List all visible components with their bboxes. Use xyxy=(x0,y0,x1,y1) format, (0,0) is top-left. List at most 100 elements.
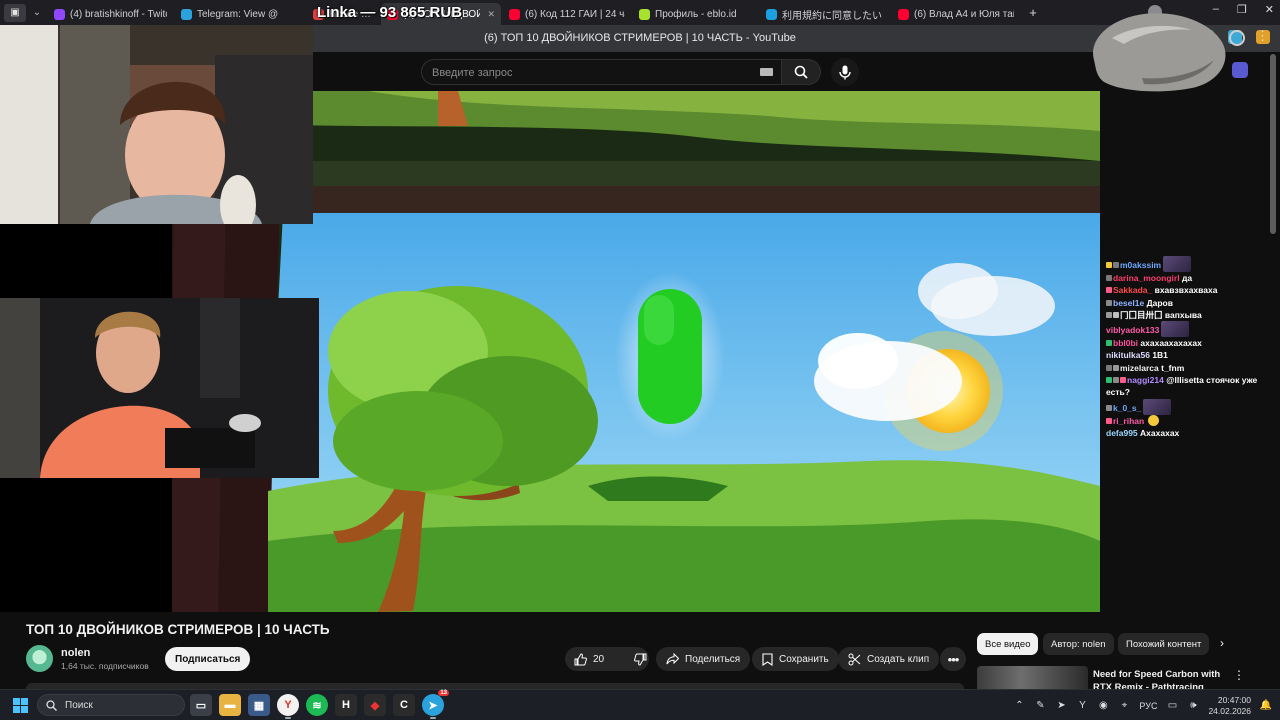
tab-list-chevron-icon[interactable]: ⌄ xyxy=(28,4,46,22)
notifications-bell-icon[interactable]: 🔔 xyxy=(1260,700,1272,712)
windows-start-icon[interactable] xyxy=(13,698,28,713)
search-input[interactable] xyxy=(432,64,752,81)
tray-location-icon[interactable]: ⌖ xyxy=(1118,700,1130,712)
chat-username[interactable]: ri_rihan xyxy=(1113,416,1144,426)
subscribe-button[interactable]: Подписаться xyxy=(165,647,251,671)
close-window-icon[interactable]: ✕ xyxy=(1265,3,1274,16)
volume-icon[interactable]: 🕪 xyxy=(1187,700,1199,712)
taskbar-clock[interactable]: 20:47:00 24.02.2026 xyxy=(1208,695,1251,717)
chat-username[interactable]: bbl0bi xyxy=(1113,338,1138,348)
create-clip-button[interactable]: Создать клип xyxy=(838,647,940,671)
browser-tab[interactable]: Профиль - eblo.id xyxy=(633,3,758,25)
browser-tab[interactable]: Telegram: View @ xyxy=(175,3,305,25)
microsoft-store-icon[interactable]: ▦ xyxy=(248,694,270,716)
chat-message: bbl0bi ахахаахахахах xyxy=(1106,337,1271,349)
rock-image xyxy=(1082,8,1228,92)
chat-username[interactable]: naggi214 xyxy=(1127,375,1164,385)
close-tab-icon[interactable]: ✕ xyxy=(487,9,495,20)
tray-overflow-icon[interactable]: ⌃ xyxy=(1013,700,1025,712)
channel-name[interactable]: nolen xyxy=(61,647,90,659)
chat-text: t_fnm xyxy=(1161,362,1185,373)
tray-steam-icon[interactable]: ◉ xyxy=(1097,700,1109,712)
restore-icon[interactable]: ❐ xyxy=(1237,3,1247,16)
spotify-icon[interactable]: ≋ xyxy=(306,694,328,716)
chat-badge-icon xyxy=(1106,275,1112,281)
taskbar-search[interactable]: Поиск xyxy=(37,694,185,716)
search-box xyxy=(421,59,783,85)
recommended-video-menu-icon[interactable]: ⋮ xyxy=(1233,668,1245,682)
telegram-icon[interactable]: ➤ 13 xyxy=(422,690,449,719)
dislike-button[interactable] xyxy=(625,647,656,671)
chat-username[interactable]: 冂囗目卅囗 xyxy=(1120,310,1163,320)
chat-username[interactable]: k_0_s_ xyxy=(1113,403,1141,413)
input-language[interactable]: РУС xyxy=(1139,701,1157,711)
new-tab-button[interactable]: + xyxy=(1024,4,1042,22)
like-button[interactable]: 20 xyxy=(565,647,613,671)
page-scrollbar[interactable] xyxy=(1270,54,1276,234)
chat-text: Ахахахах xyxy=(1140,427,1180,438)
tab-list: (4) bratishkinoff - Twitch Telegram: View… xyxy=(46,0,1020,25)
tab-label: 利用規約に同意したい - St xyxy=(782,10,884,22)
search-button[interactable] xyxy=(781,59,821,85)
search-icon xyxy=(46,699,57,711)
chat-badge-icon xyxy=(1113,262,1119,268)
chat-username[interactable]: mizelarca xyxy=(1120,363,1159,373)
task-view-icon[interactable]: ▭ xyxy=(190,694,212,716)
share-button[interactable]: Поделиться xyxy=(656,647,751,671)
browser-menu-icon[interactable]: ⋮ xyxy=(1256,28,1269,44)
subscriber-count: 1,64 тыс. подписчиков xyxy=(61,661,149,671)
chat-badge-icon xyxy=(1106,364,1112,371)
tray-pen-icon[interactable]: ✎ xyxy=(1034,700,1046,712)
screen: ▣ ⌄ (4) bratishkinoff - Twitch Telegram: … xyxy=(0,0,1280,720)
browser-tab[interactable]: 利用規約に同意したい - St xyxy=(760,3,890,25)
chat-message: m0akssim xyxy=(1106,256,1271,272)
notification-badge: 13 xyxy=(438,690,449,696)
save-button[interactable]: Сохранить xyxy=(752,647,839,671)
chat-username[interactable]: nikitulka56 xyxy=(1106,350,1150,360)
filter-chip[interactable]: Автор: nolen xyxy=(1043,633,1114,655)
tray-telegram-icon[interactable]: ➤ xyxy=(1055,700,1067,712)
channel-avatar[interactable] xyxy=(26,645,53,672)
chat-badge-icon xyxy=(1106,287,1112,294)
chat-username[interactable]: defa995 xyxy=(1106,428,1138,438)
tab-favicon-icon xyxy=(509,8,520,20)
chat-message: defa995 Ахахахах xyxy=(1106,427,1271,439)
chat-username[interactable]: Sakkada_ xyxy=(1113,285,1152,295)
filter-chip[interactable]: Все видео xyxy=(977,633,1039,655)
ccleaner-icon[interactable]: C xyxy=(393,694,415,716)
sidebar-play-icon[interactable] xyxy=(1229,30,1245,46)
tab-favicon-icon xyxy=(766,8,777,20)
chat-username[interactable]: viblyadok133 xyxy=(1106,325,1159,335)
account-avatar[interactable] xyxy=(1232,62,1248,78)
chat-message: besel1e Даров xyxy=(1106,297,1271,309)
chat-text: ахахаахахахах xyxy=(1140,338,1202,349)
valorant-icon[interactable]: ◆ xyxy=(364,694,386,716)
voice-search-button[interactable] xyxy=(831,58,859,86)
thumbs-up-icon xyxy=(574,652,587,665)
filter-chip[interactable]: Похожий контент xyxy=(1118,633,1210,655)
hammer-app-icon[interactable]: H xyxy=(335,694,357,716)
taskbar-apps: ▭ ▬ ▦ Y ≋ H ◆ C ➤ 13 xyxy=(190,690,449,719)
webcam-image xyxy=(0,298,319,478)
chat-badge-icon xyxy=(1106,340,1112,347)
tab-favicon-icon xyxy=(898,8,909,20)
chevron-right-icon[interactable]: › xyxy=(1220,636,1224,650)
sidebar-toggle-icon[interactable]: ▣ xyxy=(4,3,26,22)
chat-message: ri_rihan xyxy=(1106,414,1271,427)
yandex-browser-icon[interactable]: Y xyxy=(277,694,299,719)
browser-tab[interactable]: (4) bratishkinoff - Twitch xyxy=(48,3,173,25)
tray-yandex-icon[interactable]: Y xyxy=(1076,700,1088,712)
chat-message: k_0_s_ xyxy=(1106,398,1271,415)
thumbs-down-icon xyxy=(634,653,647,666)
recommended-video-title[interactable]: Need for Speed Carbon with RTX Remix - P… xyxy=(1093,668,1223,690)
browser-tab[interactable]: (6) Влад А4 и Юля тайн xyxy=(892,3,1020,25)
chat-username[interactable]: m0akssim xyxy=(1120,260,1161,270)
chat-message: nikitulka56 1B1 xyxy=(1106,349,1271,361)
file-explorer-icon[interactable]: ▬ xyxy=(219,694,241,716)
keyboard-icon[interactable] xyxy=(760,68,773,76)
chat-username[interactable]: besel1e xyxy=(1113,298,1144,308)
browser-tab[interactable]: (6) Код 112 ГАИ | 24 час xyxy=(503,3,631,25)
network-icon[interactable]: ▭ xyxy=(1166,700,1178,712)
more-actions-button[interactable]: ••• xyxy=(940,647,966,671)
chat-username[interactable]: darina_moongirl xyxy=(1113,273,1180,283)
